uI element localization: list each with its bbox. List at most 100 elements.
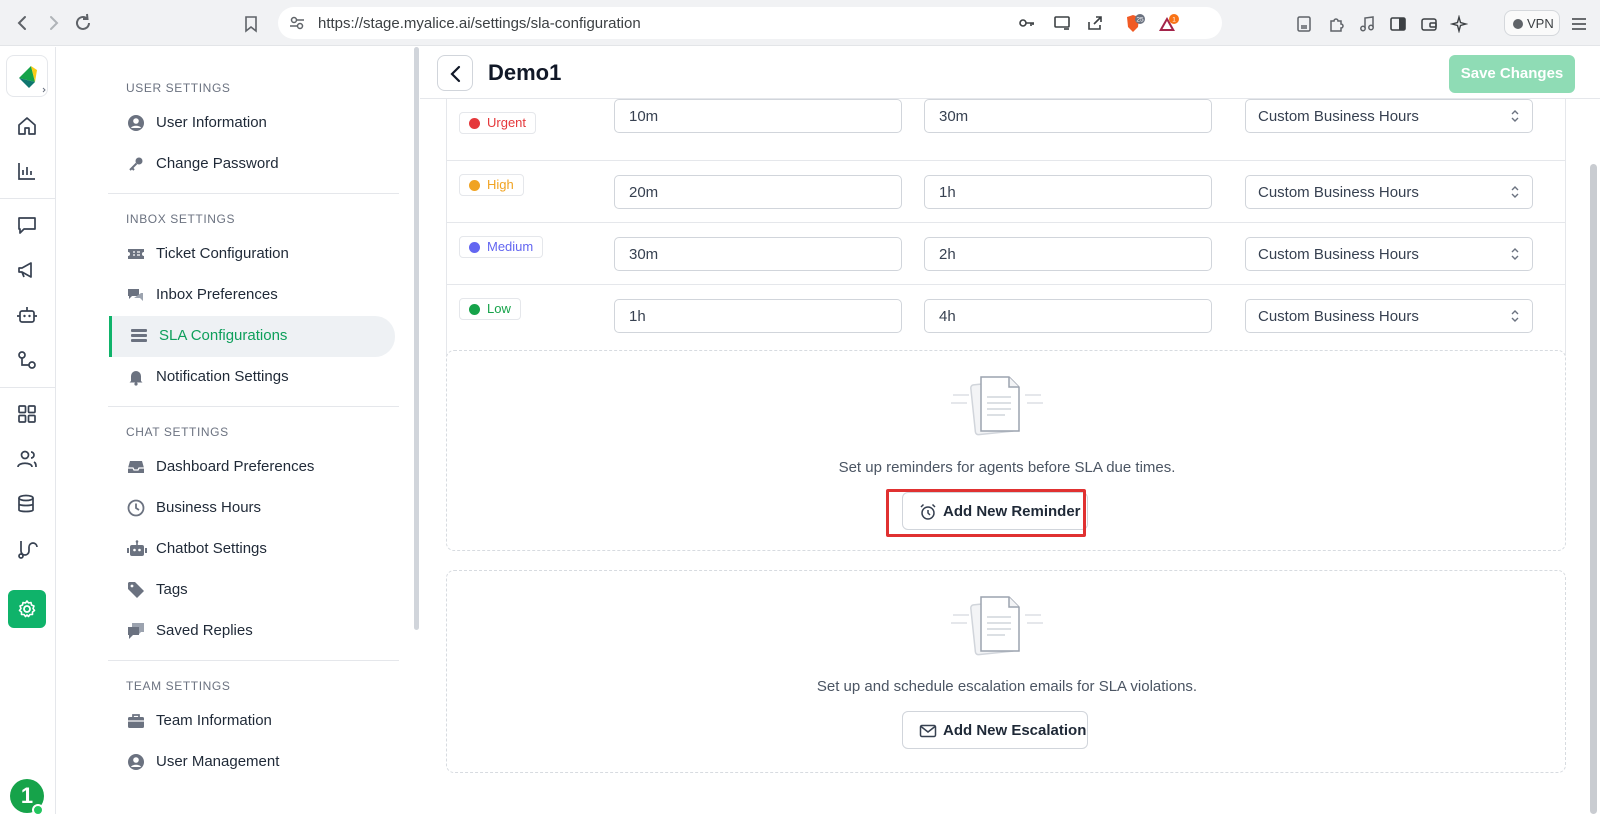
key-icon <box>127 155 145 173</box>
alice-logo-icon <box>19 66 46 93</box>
sidebar-item-label: Chatbot Settings <box>156 540 267 557</box>
first-response-input[interactable]: 1h <box>614 299 902 333</box>
business-hours-select[interactable]: Custom Business Hours <box>1245 237 1533 271</box>
section-divider <box>108 660 399 661</box>
sidebar-item-label: Business Hours <box>156 499 262 516</box>
add-new-reminder-button[interactable]: Add New Reminder <box>902 492 1088 530</box>
escalation-card: Set up and schedule escalation emails fo… <box>446 570 1566 773</box>
leo-ai-icon[interactable] <box>1449 14 1469 34</box>
address-bar[interactable]: https://stage.myalice.ai/settings/sla-co… <box>278 7 1222 39</box>
home-icon[interactable] <box>16 115 38 137</box>
section-title-chat-settings: CHAT SETTINGS <box>126 425 229 439</box>
sidebar-item-label: Change Password <box>156 155 279 172</box>
customers-icon[interactable] <box>16 448 38 470</box>
sidebar-item-label: Team Information <box>156 712 272 729</box>
business-hours-select[interactable]: Custom Business Hours <box>1245 299 1533 333</box>
broadcast-icon[interactable] <box>16 259 38 281</box>
bookmark-icon[interactable] <box>242 15 260 33</box>
database-icon[interactable] <box>16 493 38 515</box>
inbox-chat-icon[interactable] <box>16 214 38 236</box>
reminder-description: Set up reminders for agents before SLA d… <box>838 459 1176 476</box>
extensions-icon[interactable] <box>1327 15 1345 33</box>
vpn-button[interactable]: VPN <box>1504 10 1560 36</box>
workspace-switcher[interactable] <box>6 55 48 97</box>
priority-badge-low: Low <box>459 298 521 320</box>
list-icon <box>130 327 148 345</box>
first-response-input[interactable]: 30m <box>614 237 902 271</box>
sidebar-item-business-hours[interactable]: Business Hours <box>109 488 395 529</box>
music-note-icon[interactable] <box>1358 15 1376 33</box>
first-response-input[interactable]: 10m <box>614 99 902 133</box>
envelope-icon <box>919 724 937 738</box>
sidebar-item-team-information[interactable]: Team Information <box>109 701 395 742</box>
bot-icon[interactable] <box>16 304 38 326</box>
settings-rail-button[interactable] <box>8 590 46 628</box>
brave-rewards-icon[interactable]: 1 <box>1158 14 1179 32</box>
select-value: Custom Business Hours <box>1258 184 1419 201</box>
sidebar-item-change-password[interactable]: Change Password <box>109 144 395 185</box>
table-row: Medium 30m 2h Custom Business Hours <box>447 223 1565 285</box>
sidebar-scrollbar[interactable] <box>414 47 419 630</box>
table-row: High 20m 1h Custom Business Hours <box>447 161 1565 223</box>
resolution-input[interactable]: 30m <box>924 99 1212 133</box>
bell-icon <box>127 368 145 386</box>
business-hours-select[interactable]: Custom Business Hours <box>1245 175 1533 209</box>
sidebar-item-inbox-preferences[interactable]: Inbox Preferences <box>109 275 395 316</box>
sidebar-item-user-information[interactable]: User Information <box>109 103 395 144</box>
add-new-escalation-button[interactable]: Add New Escalation <box>902 711 1088 749</box>
status-dot-icon <box>469 180 480 191</box>
section-title-inbox-settings: INBOX SETTINGS <box>126 212 236 226</box>
reload-icon[interactable] <box>72 12 94 34</box>
sidebar-toggle-icon[interactable] <box>1389 15 1407 33</box>
wallet-icon[interactable] <box>1420 15 1438 33</box>
business-hours-select[interactable]: Custom Business Hours <box>1245 99 1533 133</box>
sidebar-item-saved-replies[interactable]: Saved Replies <box>109 611 395 652</box>
workflow-icon[interactable] <box>16 349 38 371</box>
share-icon[interactable] <box>1086 14 1104 32</box>
resolution-input[interactable]: 2h <box>924 237 1212 271</box>
chat-bubbles-icon <box>127 286 145 304</box>
integrations-grid-icon[interactable] <box>16 403 38 425</box>
save-changes-button[interactable]: Save Changes <box>1449 55 1575 93</box>
sidebar-item-chatbot-settings[interactable]: Chatbot Settings <box>109 529 395 570</box>
main-scrollbar[interactable] <box>1590 164 1597 814</box>
sidebar-item-ticket-configuration[interactable]: Ticket Configuration <box>109 234 395 275</box>
first-response-input[interactable]: 20m <box>614 175 902 209</box>
section-divider <box>108 406 399 407</box>
reading-list-icon[interactable] <box>1295 15 1313 33</box>
key-icon[interactable] <box>1018 14 1036 32</box>
brave-shield-icon[interactable]: 25 <box>1124 14 1145 32</box>
resolution-input[interactable]: 4h <box>924 299 1212 333</box>
forward-arrow-icon[interactable] <box>42 12 64 34</box>
sidebar-item-notification-settings[interactable]: Notification Settings <box>109 357 395 398</box>
robot-icon <box>127 540 147 558</box>
saved-reply-icon <box>127 622 145 640</box>
back-arrow-icon[interactable] <box>12 12 34 34</box>
sidebar-item-label: User Management <box>156 753 280 770</box>
section-title-team-settings: TEAM SETTINGS <box>126 679 231 693</box>
priority-label: High <box>487 177 514 192</box>
back-button[interactable] <box>437 55 473 91</box>
webhook-icon[interactable] <box>16 538 38 560</box>
sidebar-item-label: User Information <box>156 114 267 131</box>
sidebar-item-user-management[interactable]: User Management <box>109 742 395 783</box>
menu-icon[interactable] <box>1570 15 1588 33</box>
user-circle-icon <box>127 753 145 771</box>
rail-divider <box>0 198 56 199</box>
sidebar-item-label: Ticket Configuration <box>156 245 289 262</box>
escalation-description: Set up and schedule escalation emails fo… <box>816 678 1198 695</box>
vpn-label: VPN <box>1527 16 1554 31</box>
sidebar-item-sla-configurations[interactable]: SLA Configurations <box>109 316 395 357</box>
sidebar-item-dashboard-preferences[interactable]: Dashboard Preferences <box>109 447 395 488</box>
analytics-icon[interactable] <box>16 160 38 182</box>
resolution-input[interactable]: 1h <box>924 175 1212 209</box>
chevron-up-down-icon <box>1511 186 1519 198</box>
status-dot-icon <box>469 242 480 253</box>
chevron-up-down-icon <box>1511 310 1519 322</box>
cast-icon[interactable] <box>1053 14 1071 32</box>
site-settings-icon[interactable] <box>288 14 306 32</box>
tag-icon <box>127 581 145 599</box>
online-status-icon <box>32 804 44 814</box>
sidebar-item-label: SLA Configurations <box>159 327 288 344</box>
sidebar-item-tags[interactable]: Tags <box>109 570 395 611</box>
